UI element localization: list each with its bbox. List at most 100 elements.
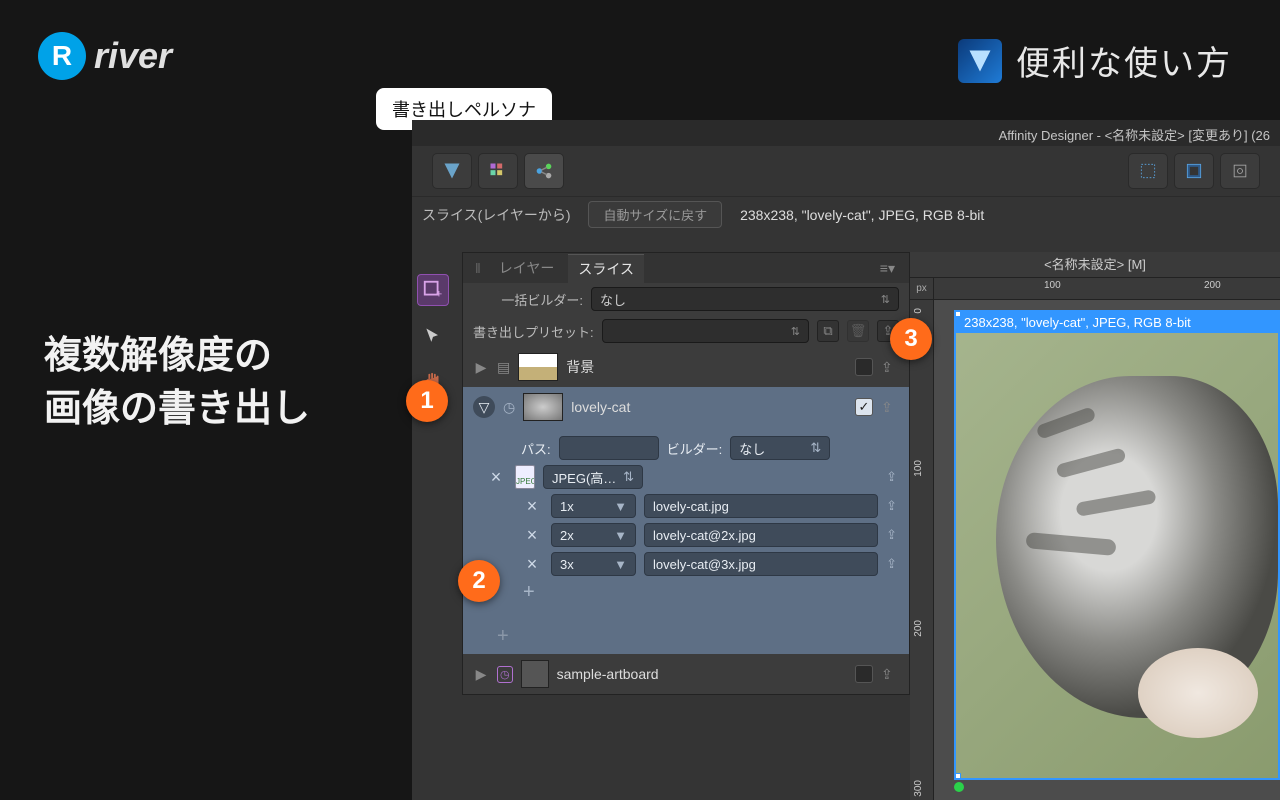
persona-designer-button[interactable]	[432, 153, 472, 189]
remove-format-icon[interactable]: ×	[485, 467, 507, 488]
output-row: × 3x▼ lovely-cat@3x.jpg ⇪	[521, 552, 897, 576]
document-tab[interactable]: <名称未設定> [M]	[910, 252, 1280, 278]
slice-info: 238x238, "lovely-cat", JPEG, RGB 8-bit	[740, 207, 984, 223]
thumbnail	[523, 393, 563, 421]
cat-image	[956, 336, 1278, 778]
resize-handle[interactable]	[954, 773, 961, 780]
app-window: Affinity Designer - <名称未設定> [変更あり] (26 ス…	[412, 120, 1280, 800]
sub-toolbar: スライス(レイヤーから) 自動サイズに戻す 238x238, "lovely-c…	[412, 196, 1280, 232]
tab-layers[interactable]: レイヤー	[489, 254, 565, 282]
builder-label: ビルダー:	[667, 439, 723, 458]
page-title: 便利な使い方	[1016, 36, 1232, 85]
ruler-horizontal: 100 200	[934, 278, 1280, 300]
app-icon	[958, 39, 1002, 83]
export-item-icon[interactable]: ⇪	[881, 666, 899, 683]
headline-line-2: 画像の書き出し	[44, 383, 310, 436]
page-title-area: 便利な使い方	[958, 36, 1232, 85]
path-label: パス:	[521, 439, 551, 458]
slice-header-cat[interactable]: ▽ ◷ lovely-cat ✓ ⇪	[463, 387, 909, 427]
disclosure-icon[interactable]: ▶	[473, 359, 489, 376]
layer-link-icon: ◷	[503, 399, 515, 416]
filename-input[interactable]: lovely-cat@2x.jpg	[644, 523, 878, 547]
slice-name: 背景	[566, 357, 847, 377]
callout-2: 2	[458, 560, 500, 602]
slice-tool[interactable]: +	[417, 274, 449, 306]
disclosure-icon[interactable]: ▽	[473, 396, 495, 418]
slice-selection-box[interactable]: 238x238, "lovely-cat", JPEG, RGB 8-bit	[954, 310, 1280, 780]
ruler-unit: px	[910, 278, 934, 300]
brand-logo: R river	[38, 32, 172, 80]
panel-tabs: ‖ レイヤー スライス ≡▾	[463, 253, 909, 283]
layer-link-icon: ◷	[497, 666, 513, 683]
brand-name: river	[94, 35, 172, 77]
persona-export-button[interactable]	[524, 153, 564, 189]
jpeg-file-icon: JPEG	[515, 465, 535, 489]
ruler-tick: 300	[913, 780, 924, 797]
page-icon: ▤	[497, 359, 510, 376]
callout-1: 1	[406, 380, 448, 422]
export-format-icon[interactable]: ⇪	[886, 469, 897, 485]
add-format-button[interactable]: +	[463, 619, 909, 654]
slices-panel: ‖ レイヤー スライス ≡▾ 一括ビルダー: なし⇅ 書き出しプリセット: ⇅ …	[462, 252, 910, 695]
add-output-button[interactable]: +	[521, 581, 535, 604]
select-all-button[interactable]	[1128, 153, 1168, 189]
slice-label-bar: 238x238, "lovely-cat", JPEG, RGB 8-bit	[956, 312, 1278, 333]
scale-select[interactable]: 1x▼	[551, 494, 636, 518]
export-output-icon[interactable]: ⇪	[886, 527, 897, 543]
export-checkbox[interactable]	[855, 358, 873, 376]
export-output-icon[interactable]: ⇪	[886, 556, 897, 572]
select-inverse-button[interactable]	[1174, 153, 1214, 189]
remove-output-icon[interactable]: ×	[521, 554, 543, 575]
thumbnail	[518, 353, 558, 381]
output-row: × 2x▼ lovely-cat@2x.jpg ⇪	[521, 523, 897, 547]
scale-select[interactable]: 2x▼	[551, 523, 636, 547]
export-checkbox[interactable]	[855, 665, 873, 683]
svg-text:+: +	[436, 288, 442, 300]
slice-item-cat: ▽ ◷ lovely-cat ✓ ⇪ パス: ビルダー: なし⇅ × JPEG …	[463, 387, 909, 654]
ruler-tick: 0	[913, 308, 924, 314]
reset-size-button[interactable]: 自動サイズに戻す	[588, 201, 722, 228]
preset-select[interactable]: ⇅	[602, 319, 809, 343]
slice-item-artboard[interactable]: ▶ ◷ sample-artboard ⇪	[463, 654, 909, 694]
export-checkbox[interactable]: ✓	[855, 398, 873, 416]
builder-row: 一括ビルダー: なし⇅	[463, 283, 909, 315]
ruler-vertical: 0 100 200 300	[910, 300, 934, 800]
snap-indicator	[954, 782, 964, 792]
copy-icon[interactable]: ⧉	[817, 320, 839, 342]
format-row: × JPEG JPEG(高…⇅ ⇪	[485, 465, 897, 489]
remove-output-icon[interactable]: ×	[521, 525, 543, 546]
export-item-icon[interactable]: ⇪	[881, 359, 899, 376]
preset-row: 書き出しプリセット: ⇅ ⧉ 🗑 ⇪	[463, 315, 909, 347]
headline-line-1: 複数解像度の	[44, 330, 310, 383]
window-titlebar: Affinity Designer - <名称未設定> [変更あり] (26	[412, 120, 1280, 146]
export-item-icon[interactable]: ⇪	[881, 399, 899, 416]
canvas-area[interactable]: <名称未設定> [M] px 100 200 0 100 200 300 238…	[910, 252, 1280, 800]
scale-select[interactable]: 3x▼	[551, 552, 636, 576]
tab-slices[interactable]: スライス	[568, 254, 644, 283]
builder-select[interactable]: なし⇅	[591, 287, 899, 311]
slice-settings: パス: ビルダー: なし⇅ × JPEG JPEG(高…⇅ ⇪ × 1x▼ lo…	[463, 427, 909, 619]
headline: 複数解像度の 画像の書き出し	[44, 330, 310, 436]
fit-button[interactable]	[1220, 153, 1260, 189]
filename-input[interactable]: lovely-cat@3x.jpg	[644, 552, 878, 576]
builder-select-slice[interactable]: なし⇅	[730, 436, 830, 460]
persona-pixel-button[interactable]	[478, 153, 518, 189]
disclosure-icon[interactable]: ▶	[473, 666, 489, 683]
move-tool[interactable]	[417, 320, 449, 352]
trash-icon[interactable]: 🗑	[847, 320, 869, 342]
panel-menu-icon[interactable]: ≡▾	[880, 260, 901, 277]
main-toolbar	[412, 146, 1280, 196]
resize-handle[interactable]	[954, 310, 961, 317]
remove-output-icon[interactable]: ×	[521, 496, 543, 517]
thumbnail	[521, 660, 549, 688]
filename-input[interactable]: lovely-cat.jpg	[644, 494, 878, 518]
path-input[interactable]	[559, 436, 659, 460]
export-output-icon[interactable]: ⇪	[886, 498, 897, 514]
ruler-tick: 100	[1044, 280, 1061, 291]
format-select[interactable]: JPEG(高…⇅	[543, 465, 643, 489]
output-row: × 1x▼ lovely-cat.jpg ⇪	[521, 494, 897, 518]
slice-item-bg[interactable]: ▶ ▤ 背景 ⇪	[463, 347, 909, 387]
builder-label: 一括ビルダー:	[473, 290, 583, 309]
brand-icon: R	[38, 32, 86, 80]
callout-3: 3	[890, 318, 932, 360]
